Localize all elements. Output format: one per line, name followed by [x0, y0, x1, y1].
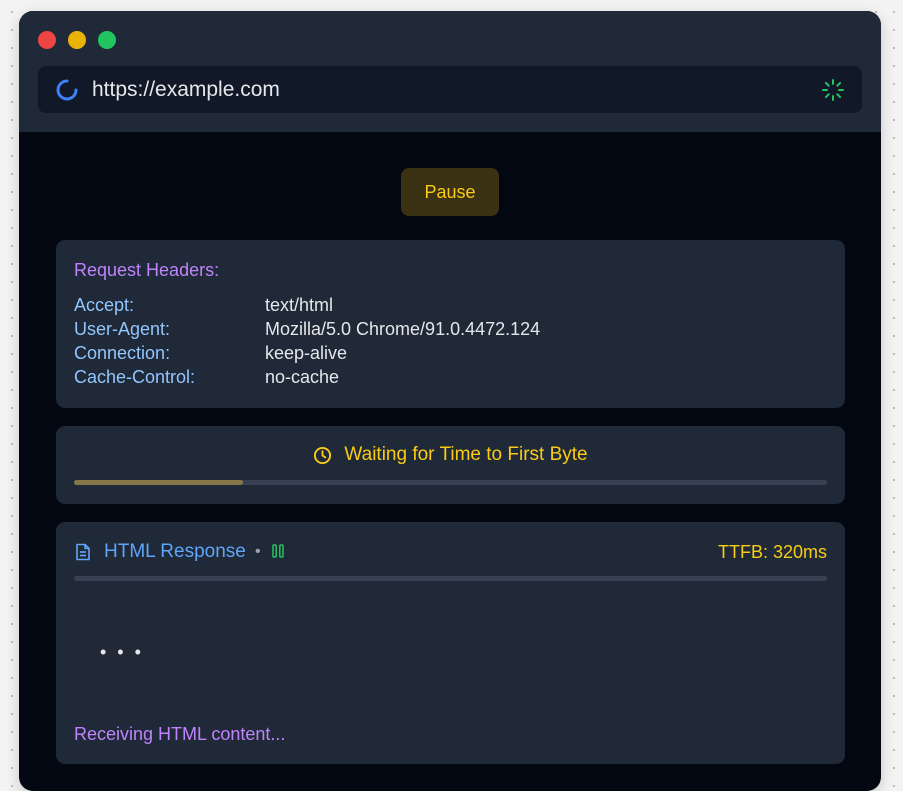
ttfb-status-line: Waiting for Time to First Byte [56, 443, 845, 467]
header-key: User-Agent: [74, 319, 171, 339]
ttfb-status-card: Waiting for Time to First Byte [56, 426, 845, 504]
header-key: Accept: [74, 295, 135, 315]
header-value: no-cache [265, 367, 340, 387]
header-key: Cache-Control: [74, 367, 196, 387]
html-code-preview: • • • [74, 618, 827, 693]
title-bar: https://example.com [19, 11, 881, 132]
html-response-card: HTML Response • TTFB: 320ms • • • Receiv… [56, 522, 845, 764]
header-value: text/html [265, 295, 334, 315]
document-icon [76, 543, 90, 561]
pause-icon [272, 544, 284, 558]
close-window-button[interactable] [38, 31, 56, 49]
url-text[interactable]: https://example.com [92, 78, 280, 102]
ttfb-status-label: Waiting for Time to First Byte [344, 444, 588, 465]
ttfb-progress-fill [74, 480, 244, 485]
response-progress-bar [74, 576, 827, 581]
minimize-window-button[interactable] [68, 31, 86, 49]
loading-sun-icon [822, 79, 844, 101]
browser-window: https://example.com Pause Request Header… [19, 11, 881, 791]
header-value: Mozilla/5.0 Chrome/91.0.4472.124 [265, 319, 541, 339]
spinner-icon [56, 79, 78, 101]
html-response-title: HTML Response [104, 541, 246, 562]
code-placeholder-dots: • • • [100, 642, 144, 662]
request-headers-card: Request Headers: Accept: text/html User-… [56, 240, 845, 408]
address-bar[interactable]: https://example.com [38, 66, 862, 113]
header-value: keep-alive [265, 343, 348, 363]
ttfb-value: TTFB: 320ms [717, 542, 827, 562]
maximize-window-button[interactable] [98, 31, 116, 49]
request-headers-title: Request Headers: [74, 260, 220, 280]
header-key: Connection: [74, 343, 171, 363]
pause-button[interactable]: Pause [401, 168, 499, 216]
ttfb-progress-bar [74, 480, 827, 485]
receiving-status-text: Receiving HTML content... [74, 724, 286, 744]
clock-icon [314, 446, 332, 464]
separator-bullet: • [255, 543, 261, 560]
